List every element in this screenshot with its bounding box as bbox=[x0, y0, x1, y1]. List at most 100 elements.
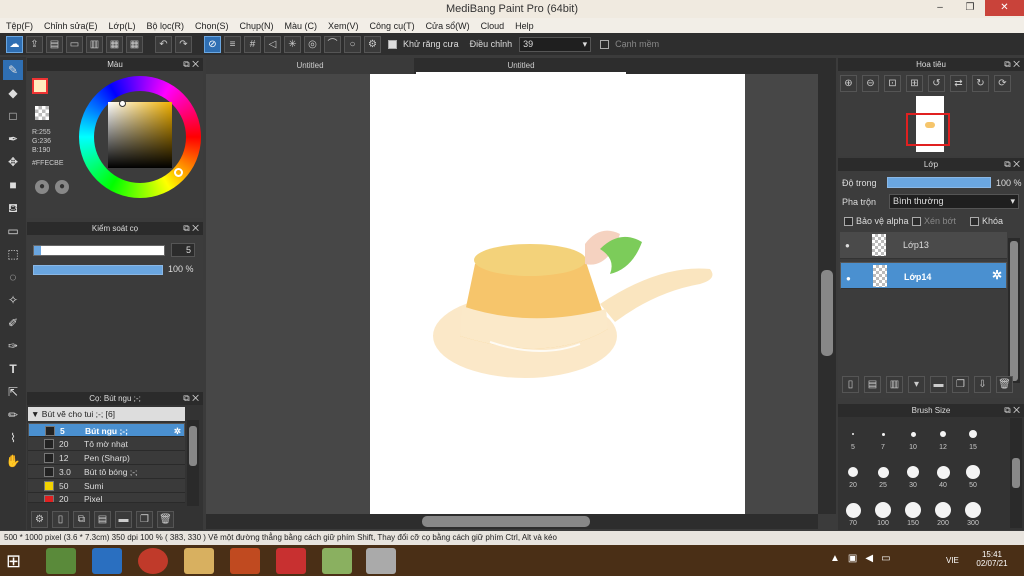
duplicate-icon[interactable]: ❐ bbox=[136, 510, 153, 528]
magic-wand-tool-icon[interactable]: ✧ bbox=[3, 290, 23, 310]
new-layer-icon[interactable]: ▯ bbox=[842, 376, 859, 393]
lock-checkbox[interactable]: Khóa bbox=[970, 216, 1003, 227]
rotate-left-icon[interactable]: ↺ bbox=[928, 75, 945, 92]
menu-tools[interactable]: Công cụ(T) bbox=[370, 21, 415, 31]
select-pen-tool-icon[interactable]: ✐ bbox=[3, 313, 23, 333]
trash-icon[interactable]: 🗑 bbox=[996, 376, 1013, 393]
navigator-viewport[interactable] bbox=[906, 113, 950, 146]
layer-row[interactable]: ● Lớp13 bbox=[840, 232, 1007, 259]
scroll-thumb[interactable] bbox=[821, 270, 833, 356]
snap-perspective-icon[interactable]: ◁ bbox=[264, 35, 281, 53]
correction-select[interactable]: 39 ▾ bbox=[519, 36, 592, 52]
brush-size-dot[interactable] bbox=[935, 502, 951, 518]
brush-size-scrollbar[interactable] bbox=[1010, 418, 1022, 528]
snap-off-icon[interactable]: ⊘ bbox=[204, 35, 221, 53]
move-tool-icon[interactable]: ✥ bbox=[3, 152, 23, 172]
antialias-checkbox[interactable] bbox=[388, 39, 400, 50]
brush-add-icon[interactable]: ▯ bbox=[52, 510, 69, 528]
canvas[interactable] bbox=[370, 74, 745, 514]
page-icon[interactable]: ▥ bbox=[86, 35, 103, 53]
brush-list-scrollbar[interactable] bbox=[187, 420, 199, 506]
vertical-scrollbar[interactable] bbox=[818, 74, 836, 514]
brush-size-dot[interactable] bbox=[910, 431, 916, 437]
visibility-eye-icon[interactable]: ● bbox=[845, 241, 850, 250]
eyedropper-tool-icon[interactable]: ⌇ bbox=[3, 428, 23, 448]
menu-color[interactable]: Màu (C) bbox=[285, 21, 318, 31]
app-icon[interactable] bbox=[46, 548, 76, 574]
zoom-in-icon[interactable]: ⊕ bbox=[840, 75, 857, 92]
brush-size-dot[interactable] bbox=[907, 466, 919, 478]
gradient-tool-icon[interactable]: ▭ bbox=[3, 221, 23, 241]
brush-size-dot[interactable] bbox=[965, 502, 981, 518]
collapse-icon[interactable]: ▼ bbox=[31, 409, 39, 419]
panel-close-icon[interactable]: ⧉ ✕ bbox=[183, 392, 199, 405]
brush-size-dot[interactable] bbox=[881, 432, 885, 436]
menu-cloud[interactable]: Cloud bbox=[481, 21, 505, 31]
brush-size-dot[interactable] bbox=[940, 431, 946, 437]
snap-ellipse-icon[interactable]: ○ bbox=[344, 35, 361, 53]
tab-untitled-2[interactable]: Untitled bbox=[416, 58, 626, 74]
panel-close-icon[interactable]: ⧉ ✕ bbox=[1004, 58, 1020, 71]
palette-add-icon[interactable]: ● bbox=[55, 180, 69, 194]
brush-size-dot[interactable] bbox=[905, 502, 921, 518]
operation-tool-icon[interactable]: ⇱ bbox=[3, 382, 23, 402]
merge-down-icon[interactable]: ⇩ bbox=[974, 376, 991, 393]
brush-group-header[interactable]: ▼ Bút vẽ cho tui ;-; [6] bbox=[28, 407, 185, 421]
note-icon[interactable]: ▭ bbox=[66, 35, 83, 53]
brush-size-dot[interactable] bbox=[966, 465, 980, 479]
pages-icon[interactable]: ▦ bbox=[106, 35, 123, 53]
grid-icon[interactable]: ▦ bbox=[126, 35, 143, 53]
brush-item[interactable]: 20 Pixel bbox=[28, 493, 185, 503]
protect-alpha-checkbox[interactable]: Bảo vệ alpha bbox=[844, 216, 909, 227]
snap-circle-icon[interactable]: ◎ bbox=[304, 35, 321, 53]
snap-parallel-icon[interactable]: ≡ bbox=[224, 35, 241, 53]
settings-icon[interactable]: ⚙ bbox=[364, 35, 381, 53]
hand-tool-icon[interactable]: ✋ bbox=[3, 451, 23, 471]
office-icon[interactable] bbox=[230, 548, 260, 574]
panel-close-icon[interactable]: ⧉ ✕ bbox=[1004, 404, 1020, 417]
visibility-eye-icon[interactable]: ● bbox=[846, 272, 851, 285]
fit-icon[interactable]: ⊡ bbox=[884, 75, 901, 92]
saturation-value-square[interactable] bbox=[108, 102, 172, 168]
brush-size-dot[interactable] bbox=[845, 502, 861, 518]
brush-copy-icon[interactable]: ▤ bbox=[94, 510, 111, 528]
rectangle-tool-icon[interactable]: □ bbox=[3, 106, 23, 126]
brush-size-dot[interactable] bbox=[852, 433, 854, 435]
menu-layer[interactable]: Lớp(L) bbox=[109, 21, 136, 31]
menu-view[interactable]: Xem(V) bbox=[328, 21, 359, 31]
brush-item[interactable]: 3.0 Bút tô bóng ;-; bbox=[28, 465, 185, 479]
trash-icon[interactable]: 🗑 bbox=[157, 510, 174, 528]
brush-opacity-slider[interactable] bbox=[33, 265, 163, 275]
brush-settings-icon[interactable]: ⚙ bbox=[31, 510, 48, 528]
menu-help[interactable]: Help bbox=[515, 21, 534, 31]
menu-select[interactable]: Chọn(S) bbox=[195, 21, 229, 31]
transparent-swatch[interactable] bbox=[35, 106, 49, 120]
gear-icon[interactable]: ✲ bbox=[174, 424, 181, 438]
close-button[interactable]: ✕ bbox=[985, 0, 1024, 16]
brush-item[interactable]: 20 Tô mờ nhạt bbox=[28, 437, 185, 451]
zoom-out-icon[interactable]: ⊖ bbox=[862, 75, 879, 92]
language-indicator[interactable]: VIE bbox=[946, 556, 959, 565]
palette-icon[interactable]: ● bbox=[35, 180, 49, 194]
clipping-checkbox[interactable]: Xén bớt bbox=[912, 216, 956, 227]
volume-icon[interactable]: ◀ bbox=[865, 553, 873, 564]
brush-size-value[interactable]: 5 bbox=[171, 243, 195, 257]
brush-size-dot[interactable] bbox=[875, 502, 891, 518]
flip-icon[interactable]: ⇄ bbox=[950, 75, 967, 92]
brush-size-dot[interactable] bbox=[848, 467, 858, 477]
lasso-tool-icon[interactable]: ◌ bbox=[3, 267, 23, 287]
snap-grid-icon[interactable]: # bbox=[244, 35, 261, 53]
chrome-icon[interactable] bbox=[138, 548, 168, 574]
brush-tool-icon[interactable]: ✎ bbox=[3, 60, 23, 80]
restore-button[interactable]: ❐ bbox=[956, 0, 984, 16]
app-icon[interactable] bbox=[322, 548, 352, 574]
network-icon[interactable]: ▣ bbox=[848, 553, 857, 564]
fill-rect-tool-icon[interactable]: ■ bbox=[3, 175, 23, 195]
dropper-tool-icon[interactable]: ✏ bbox=[3, 405, 23, 425]
blend-mode-select[interactable]: Bình thường ▾ bbox=[889, 194, 1019, 209]
brush-size-dot[interactable] bbox=[936, 465, 950, 479]
panel-close-icon[interactable]: ⧉ ✕ bbox=[1004, 158, 1020, 171]
panel-close-icon[interactable]: ⧉ ✕ bbox=[183, 222, 199, 235]
color-picker-handle[interactable] bbox=[119, 100, 126, 107]
minimize-button[interactable]: – bbox=[926, 0, 954, 16]
